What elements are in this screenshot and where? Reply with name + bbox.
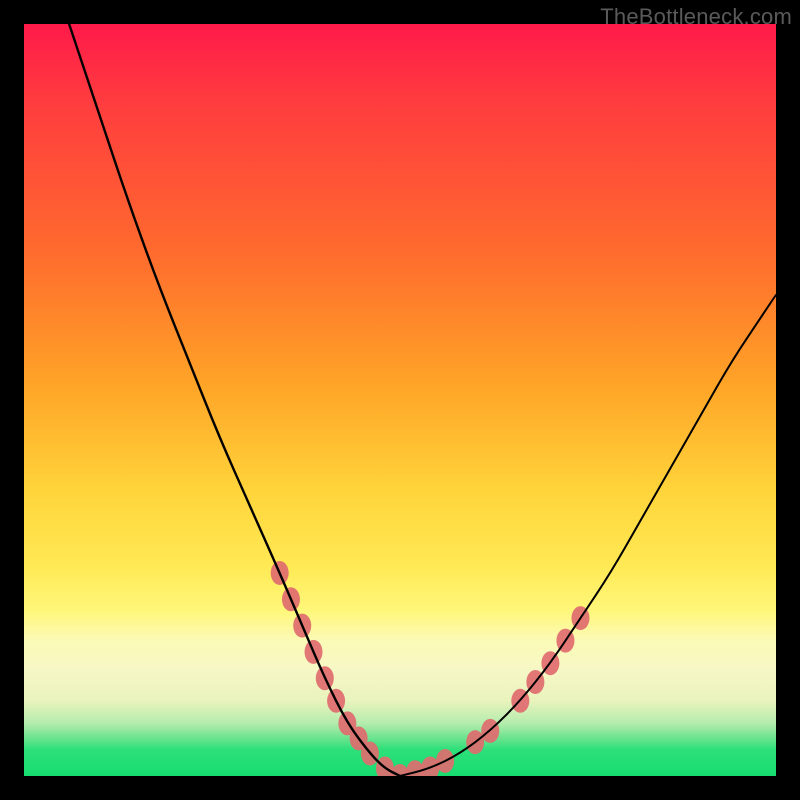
left-branch-curve (69, 24, 400, 776)
watermark-text: TheBottleneck.com (600, 4, 792, 30)
chart-container: TheBottleneck.com (0, 0, 800, 800)
curve-layer (24, 24, 776, 776)
right-branch-curve (400, 295, 776, 776)
marker-layer (271, 561, 590, 776)
plot-area (24, 24, 776, 776)
